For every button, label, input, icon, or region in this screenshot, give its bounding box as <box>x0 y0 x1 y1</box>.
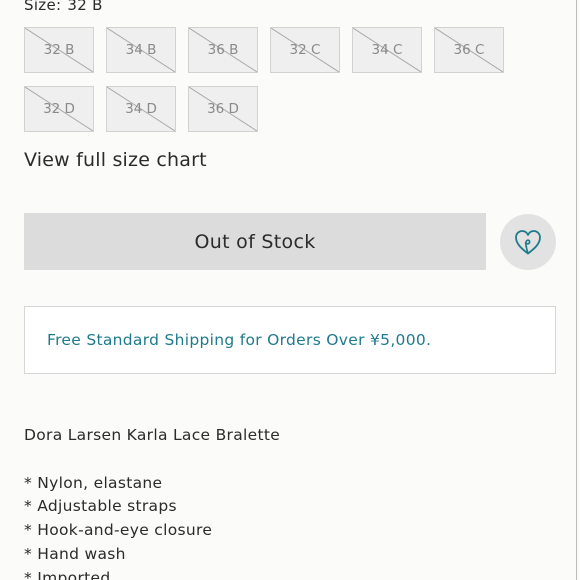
size-option-34b[interactable]: 34 B <box>106 27 176 73</box>
size-options-grid: 32 B 34 B 36 B 32 C 34 C 36 C 32 D 34 D … <box>24 27 524 145</box>
size-option-label: 36 C <box>453 42 485 58</box>
size-option-label: 34 C <box>371 42 403 58</box>
size-option-label: 36 D <box>207 101 239 117</box>
size-option-32d[interactable]: 32 D <box>24 86 94 132</box>
list-item: * Nylon, elastane <box>24 473 163 492</box>
shipping-notice-text: Free Standard Shipping for Orders Over ¥… <box>47 331 432 349</box>
size-option-36d[interactable]: 36 D <box>188 86 258 132</box>
size-option-label: 32 B <box>43 42 75 58</box>
list-item: * Adjustable straps <box>24 497 177 516</box>
size-row-1: 32 B 34 B 36 B 32 C 34 C 36 C <box>24 27 524 73</box>
size-option-label: 32 C <box>289 42 321 58</box>
product-description: Dora Larsen Karla Lace Bralette * Nylon,… <box>24 424 280 580</box>
feature-list: * Nylon, elastane * Adjustable straps * … <box>24 472 280 580</box>
wishlist-button[interactable] <box>500 214 556 270</box>
scrollbar-line <box>576 0 577 580</box>
size-option-label: 34 B <box>125 42 157 58</box>
size-option-34d[interactable]: 34 D <box>106 86 176 132</box>
product-detail-page: Size: 32 B 32 B 34 B 36 B 32 C 34 C 36 C… <box>0 0 580 580</box>
size-option-36b[interactable]: 36 B <box>188 27 258 73</box>
size-option-32b[interactable]: 32 B <box>24 27 94 73</box>
size-label-text: Size: <box>24 0 62 14</box>
size-option-label: 34 D <box>125 101 157 117</box>
selected-size-value: 32 B <box>67 0 103 14</box>
shipping-notice-box: Free Standard Shipping for Orders Over ¥… <box>24 306 556 374</box>
size-label: Size: 32 B <box>24 0 103 14</box>
size-option-label: 32 D <box>43 101 75 117</box>
size-option-34c[interactable]: 34 C <box>352 27 422 73</box>
heart-outline-icon <box>515 230 541 255</box>
product-name: Dora Larsen Karla Lace Bralette <box>24 426 281 444</box>
size-option-36c[interactable]: 36 C <box>434 27 504 73</box>
view-size-chart-link[interactable]: View full size chart <box>24 149 207 171</box>
list-item: * Imported <box>24 568 111 580</box>
scrollbar[interactable] <box>574 0 580 580</box>
out-of-stock-button[interactable]: Out of Stock <box>24 213 486 270</box>
list-item: * Hook-and-eye closure <box>24 521 213 540</box>
list-item: * Hand wash <box>24 544 126 563</box>
size-option-label: 36 B <box>207 42 239 58</box>
size-option-32c[interactable]: 32 C <box>270 27 340 73</box>
size-row-2: 32 D 34 D 36 D <box>24 86 524 132</box>
